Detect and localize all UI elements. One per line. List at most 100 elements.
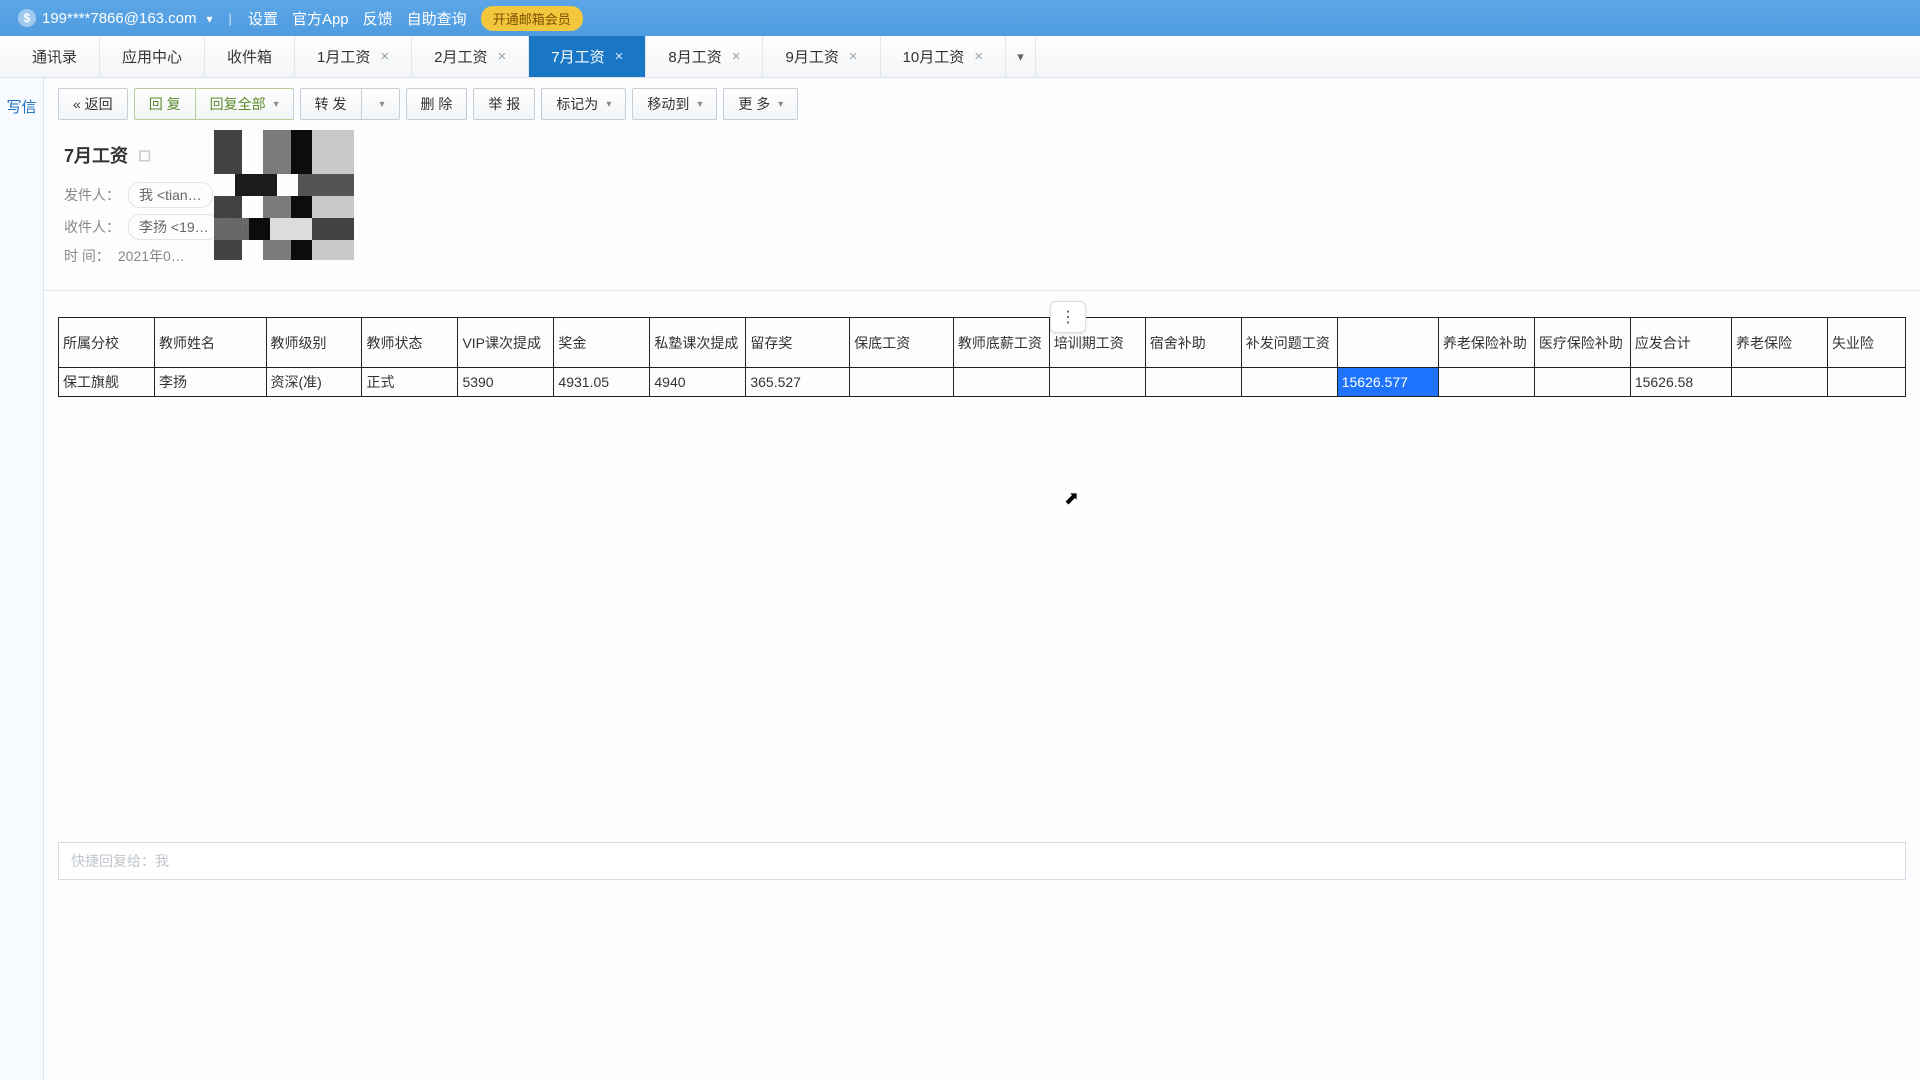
forward-group: 转 发 [300,88,400,120]
more-button[interactable]: 更 多 [723,88,798,120]
time-label: 时 间： [64,246,110,266]
table-cell[interactable] [1241,368,1337,397]
tab-mail-2[interactable]: 7月工资 × [529,36,646,77]
table-header[interactable]: VIP课次提成 [458,318,554,368]
forward-dropdown[interactable] [361,88,400,120]
quick-reply-bar [58,842,1906,880]
mark-as-button[interactable]: 标记为 [541,88,626,120]
tab-label: 2月工资 [434,46,487,67]
compose-link[interactable]: 写信 [6,96,36,117]
table-header[interactable]: 应发合计 [1630,318,1731,368]
recipient-label: 收件人： [64,217,120,237]
nav-feedback[interactable]: 反馈 [363,8,393,29]
table-cell[interactable] [1049,368,1145,397]
close-icon[interactable]: × [615,48,624,65]
account-email: 199****7866@163.com [42,10,197,27]
content: « 返回 回 复 回复全部 转 发 删 除 举 报 标记为 移动到 更 多 7月… [44,78,1920,1080]
table-header[interactable]: 教师状态 [362,318,458,368]
vip-button[interactable]: 开通邮箱会员 [481,6,583,31]
separator: | [229,11,232,26]
back-button[interactable]: « 返回 [58,88,128,120]
table-row[interactable]: 保工旗舰李扬资深(准)正式53904931.054940365.527 15626… [59,368,1906,397]
table-header[interactable]: 医疗保险补助 [1534,318,1630,368]
table-cell[interactable]: 15626.577 [1337,368,1438,397]
close-icon[interactable]: × [974,48,983,65]
table-header[interactable]: 教师姓名 [154,318,266,368]
table-header[interactable]: 教师底薪工资 [953,318,1049,368]
table-header[interactable] [1337,318,1438,368]
redacted-overlay [214,130,354,260]
column-menu-button[interactable]: ⋮ [1050,301,1086,333]
tab-fixed-2[interactable]: 收件箱 [205,36,295,77]
table-cell[interactable]: 4931.05 [554,368,650,397]
mail-subject: 7月工资 [64,142,128,168]
account-selector[interactable]: $ 199****7866@163.com [18,9,213,27]
tab-mail-3[interactable]: 8月工资 × [646,36,763,77]
table-header[interactable]: 保底工资 [850,318,954,368]
table-header[interactable]: 教师级别 [266,318,362,368]
table-cell[interactable] [1731,368,1827,397]
table-header[interactable]: 宿舍补助 [1145,318,1241,368]
table-header[interactable]: 补发问题工资 [1241,318,1337,368]
dots-icon: ⋮ [1060,307,1076,327]
delete-button[interactable]: 删 除 [406,88,468,120]
close-icon[interactable]: × [732,48,741,65]
table-cell[interactable] [1534,368,1630,397]
mail-meta: 7月工资 ◻ 发件人： 我 <tian… + 收件人： 李扬 <19… n> +… [44,130,1920,291]
tab-mail-0[interactable]: 1月工资 × [295,36,412,77]
table-cell[interactable]: 365.527 [746,368,850,397]
table-cell[interactable]: 15626.58 [1630,368,1731,397]
salary-table: 所属分校教师姓名教师级别教师状态VIP课次提成奖金私塾课次提成留存奖保底工资教师… [58,317,1906,397]
table-header[interactable]: 所属分校 [59,318,155,368]
nav-settings[interactable]: 设置 [248,8,278,29]
table-cell[interactable]: 李扬 [154,368,266,397]
tab-mail-4[interactable]: 9月工资 × [763,36,880,77]
tab-fixed-1[interactable]: 应用中心 [100,36,205,77]
nav-self-service[interactable]: 自助查询 [407,8,467,29]
tab-mail-1[interactable]: 2月工资 × [412,36,529,77]
move-to-button[interactable]: 移动到 [632,88,717,120]
tab-label: 1月工资 [317,46,370,67]
reply-button[interactable]: 回 复 [134,88,195,120]
table-cell[interactable] [1145,368,1241,397]
table-header[interactable]: 留存奖 [746,318,850,368]
table-cell[interactable] [1827,368,1905,397]
recipient-chip[interactable]: 李扬 <19… [128,214,220,240]
table-cell[interactable]: 资深(准) [266,368,362,397]
table-cell[interactable]: 保工旗舰 [59,368,155,397]
tab-label: 9月工资 [785,46,838,67]
sender-label: 发件人： [64,185,120,205]
table-header[interactable]: 失业险 [1827,318,1905,368]
reply-all-button[interactable]: 回复全部 [195,88,294,120]
table-cell[interactable]: 4940 [650,368,746,397]
tab-label: 7月工资 [551,46,604,67]
table-cell[interactable] [850,368,954,397]
time-value: 2021年0… [118,246,185,266]
close-icon[interactable]: × [380,48,389,65]
report-button[interactable]: 举 报 [473,88,535,120]
tab-fixed-0[interactable]: 通讯录 [10,36,100,77]
forward-button[interactable]: 转 发 [300,88,361,120]
table-cell[interactable] [953,368,1049,397]
tab-overflow-button[interactable]: ▾ [1006,36,1036,77]
tab-label: 8月工资 [668,46,721,67]
table-cell[interactable]: 5390 [458,368,554,397]
sender-chip[interactable]: 我 <tian… [128,182,213,208]
table-cell[interactable] [1438,368,1534,397]
topbar: $ 199****7866@163.com | 设置 官方App 反馈 自助查询… [0,0,1920,36]
tab-mail-5[interactable]: 10月工资× [881,36,1006,77]
close-icon[interactable]: × [498,48,507,65]
table-header[interactable]: 养老保险补助 [1438,318,1534,368]
cursor-icon: ⬉ [1064,488,1079,509]
table-header[interactable]: 养老保险 [1731,318,1827,368]
table-cell[interactable]: 正式 [362,368,458,397]
left-sidebar: 写信 [0,78,44,1080]
close-icon[interactable]: × [849,48,858,65]
table-header[interactable]: 奖金 [554,318,650,368]
quick-reply-input[interactable] [59,843,1905,879]
reply-group: 回 复 回复全部 [134,88,294,120]
table-header[interactable]: 私塾课次提成 [650,318,746,368]
nav-official-app[interactable]: 官方App [292,8,349,29]
coin-icon: $ [18,9,36,27]
bookmark-icon[interactable]: ◻ [138,145,151,165]
